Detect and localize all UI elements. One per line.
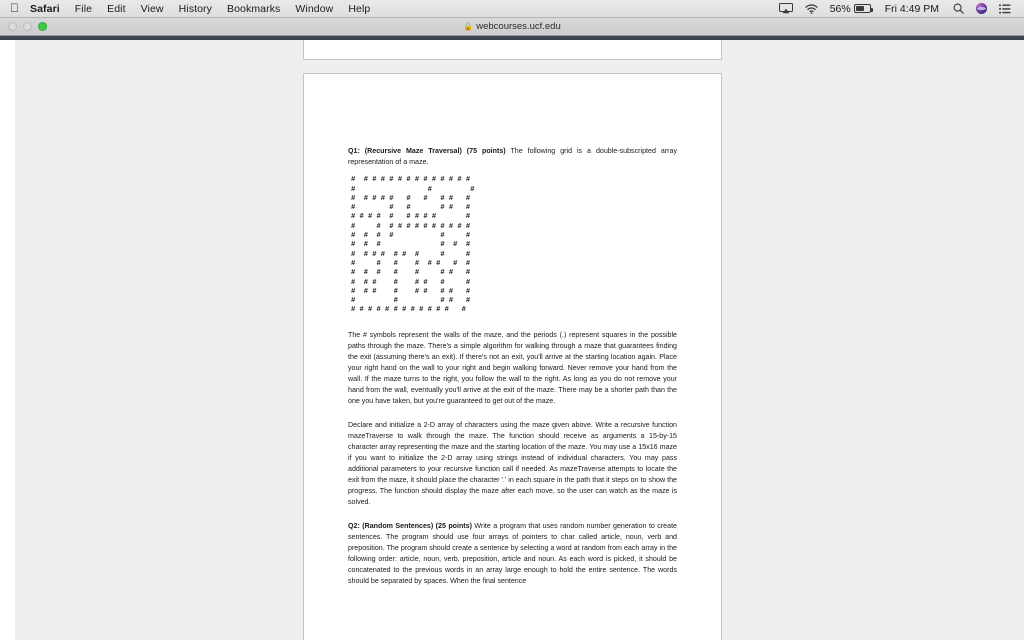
close-window-button[interactable] [8, 22, 17, 31]
safari-browser-window: 🔒 webcourses.ucf.edu Q1: (Recursive Maze… [0, 18, 1024, 640]
question-2-intro: Write a program that uses random number … [348, 521, 677, 586]
address-bar-url: webcourses.ucf.edu [476, 21, 561, 32]
macos-menubar:  Safari File Edit View History Bookmark… [0, 0, 1024, 18]
menubar-status-items: 56% Fri 4:49 PM [773, 0, 1024, 17]
apple-logo-icon[interactable]:  [0, 2, 28, 14]
maze-row: # # # # # # [351, 204, 471, 213]
maze-assignment-paragraph: Declare and initialize a 2-D array of ch… [348, 420, 677, 507]
document-body: Q1: (Recursive Maze Traversal) (75 point… [304, 74, 721, 587]
question-2-heading: Q2: (Random Sentences) (25 points) Write… [348, 521, 677, 588]
menu-item-safari[interactable]: Safari [28, 0, 67, 17]
maze-explanation-paragraph: The # symbols represent the walls of the… [348, 330, 677, 406]
menu-item-bookmarks[interactable]: Bookmarks [219, 0, 287, 17]
maze-row: # # # # # [351, 297, 471, 306]
battery-percent-label: 56% [829, 2, 851, 15]
maze-grid: # # # # # # # # # # # # # # # # # # # # # … [351, 176, 677, 315]
maze-row: # # # # # # # # # [351, 250, 471, 259]
minimize-window-button[interactable] [23, 22, 32, 31]
search-icon[interactable] [947, 0, 970, 17]
viewer-left-gutter [0, 40, 15, 640]
menu-item-window[interactable]: Window [288, 0, 341, 17]
maze-row: # # # # # # [351, 241, 471, 250]
menubar-clock[interactable]: Fri 4:49 PM [877, 0, 947, 17]
menu-item-edit[interactable]: Edit [100, 0, 134, 17]
maze-row: # # # # # # # # [351, 278, 471, 287]
menu-item-history[interactable]: History [171, 0, 219, 17]
menu-item-view[interactable]: View [133, 0, 171, 17]
zoom-window-button[interactable] [38, 22, 47, 31]
maze-row: # # # # # # # # # # # # # [351, 306, 466, 315]
maze-row: # # # # # # # # [351, 269, 471, 278]
maze-row: # # # [351, 185, 475, 194]
window-traffic-lights [0, 22, 47, 31]
battery-status[interactable]: 56% [824, 0, 877, 17]
maze-row: # # # # # # # # # # [351, 194, 471, 203]
wifi-icon[interactable] [799, 0, 824, 17]
question-1-heading: Q1: (Recursive Maze Traversal) (75 point… [348, 146, 677, 168]
menu-item-file[interactable]: File [67, 0, 99, 17]
document-page-previous [303, 40, 722, 60]
maze-row: # # # # # # # # # [351, 287, 471, 296]
maze-row: # # # # # # # # # # # # [351, 222, 471, 231]
siri-icon[interactable] [970, 0, 993, 17]
lock-icon: 🔒 [463, 21, 474, 31]
maze-row: # # # # # # # # # # [351, 213, 471, 222]
airplay-icon[interactable] [773, 0, 799, 17]
maze-row: # # # # # # [351, 232, 471, 241]
maze-row: # # # # # # # # # # # # # # [351, 176, 471, 185]
question-1-label: Q1: (Recursive Maze Traversal) (75 point… [348, 147, 506, 155]
question-2-label: Q2: (Random Sentences) (25 points) [348, 521, 472, 530]
document-page-current: Q1: (Recursive Maze Traversal) (75 point… [303, 73, 722, 640]
pdf-viewer-content[interactable]: Q1: (Recursive Maze Traversal) (75 point… [0, 40, 1024, 640]
battery-icon [853, 4, 874, 13]
browser-toolbar: 🔒 webcourses.ucf.edu [0, 18, 1024, 36]
maze-row: # # # # # # # # [351, 259, 471, 268]
notification-center-icon[interactable] [993, 0, 1017, 17]
address-bar[interactable]: 🔒 webcourses.ucf.edu [0, 21, 1024, 32]
menu-item-help[interactable]: Help [341, 0, 378, 17]
menubar-app-menus:  Safari File Edit View History Bookmark… [0, 0, 378, 17]
